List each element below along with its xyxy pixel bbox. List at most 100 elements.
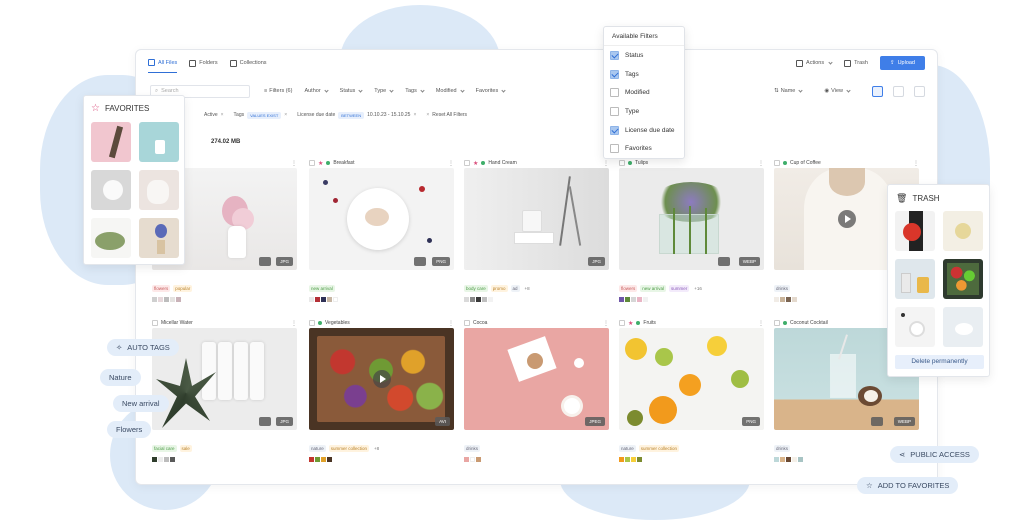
- share-icon[interactable]: [718, 257, 730, 266]
- close-icon[interactable]: ×: [221, 112, 224, 118]
- share-icon[interactable]: [871, 417, 883, 426]
- share-icon[interactable]: [259, 257, 271, 266]
- trash-thumb[interactable]: [895, 211, 935, 251]
- filter-type[interactable]: Type: [374, 88, 394, 94]
- tag[interactable]: popular: [173, 285, 193, 292]
- delete-permanently-button[interactable]: Delete permanently: [895, 355, 984, 369]
- checkbox-checked-icon[interactable]: [610, 69, 619, 79]
- upload-button[interactable]: ⇪ Upload: [879, 56, 925, 70]
- select-checkbox[interactable]: [464, 160, 470, 166]
- trash-thumb[interactable]: [943, 307, 983, 347]
- tag[interactable]: drinks: [774, 445, 791, 452]
- checkbox-checked-icon[interactable]: [610, 125, 619, 135]
- filter-option-status[interactable]: Status: [604, 46, 684, 65]
- tag[interactable]: nature: [619, 445, 636, 452]
- select-checkbox[interactable]: [309, 160, 315, 166]
- sort-button[interactable]: ⇅ Name: [774, 88, 803, 94]
- filter-option-type[interactable]: Type: [604, 102, 684, 121]
- filters-button[interactable]: ≡ Filters (6): [264, 88, 292, 94]
- file-card-fruits[interactable]: ★ Fruits ⋮ PNG nature summer collection: [619, 318, 764, 462]
- tags-filter-chip[interactable]: Tags VALUES EXIST ×: [234, 111, 287, 119]
- favorite-thumb[interactable]: [139, 122, 179, 162]
- close-icon[interactable]: ×: [413, 112, 416, 118]
- tag[interactable]: new arrival: [640, 285, 667, 292]
- filter-modified[interactable]: Modified: [436, 88, 465, 94]
- tag[interactable]: flowers: [152, 285, 171, 292]
- public-access-pill[interactable]: ⋖ PUBLIC ACCESS: [890, 446, 979, 463]
- play-icon[interactable]: [837, 210, 856, 228]
- tab-all-files[interactable]: All Files: [148, 53, 178, 73]
- star-icon[interactable]: ★: [318, 160, 323, 167]
- file-card-breakfast[interactable]: ★ Breakfast ⋮ PNG new arrival: [309, 158, 454, 302]
- play-icon[interactable]: [372, 370, 391, 388]
- tag[interactable]: +8: [372, 445, 381, 452]
- filter-option-favorites[interactable]: Favorites: [604, 139, 684, 158]
- checkbox-icon[interactable]: [610, 88, 619, 98]
- checkbox-icon[interactable]: [610, 106, 619, 116]
- select-checkbox[interactable]: [619, 320, 625, 326]
- more-icon[interactable]: ⋮: [758, 320, 764, 327]
- tag[interactable]: +8: [523, 285, 532, 292]
- license-filter-chip[interactable]: License due date BETWEEN 10.10.23 - 15.1…: [297, 111, 416, 119]
- tag[interactable]: nature: [309, 445, 326, 452]
- tag[interactable]: promo: [490, 285, 508, 292]
- filter-option-tags[interactable]: Tags: [604, 65, 684, 84]
- tag[interactable]: facial care: [152, 445, 177, 452]
- tag[interactable]: new arrival: [309, 285, 335, 292]
- favorite-thumb[interactable]: [91, 122, 131, 162]
- checkbox-icon[interactable]: [610, 144, 619, 154]
- star-icon[interactable]: ★: [473, 160, 478, 167]
- tag[interactable]: sale: [179, 445, 192, 452]
- filter-favorites[interactable]: Favorites: [476, 88, 506, 94]
- close-icon[interactable]: ×: [284, 112, 287, 118]
- filter-option-license-due-date[interactable]: License due date: [604, 121, 684, 140]
- more-icon[interactable]: ⋮: [448, 160, 454, 167]
- select-checkbox[interactable]: [464, 320, 470, 326]
- tag[interactable]: summer collection: [638, 445, 680, 452]
- tag[interactable]: drinks: [464, 445, 481, 452]
- favorite-thumb[interactable]: [139, 218, 179, 258]
- file-card-cocoa[interactable]: Cocoa ⋮ JPEG drinks: [464, 318, 609, 462]
- trash-button[interactable]: Trash: [844, 59, 868, 67]
- grid-view-icon[interactable]: [872, 85, 883, 97]
- tag[interactable]: summer: [669, 285, 690, 292]
- tag[interactable]: ad: [510, 285, 520, 292]
- select-checkbox[interactable]: [774, 160, 780, 166]
- checkbox-checked-icon[interactable]: [610, 50, 619, 60]
- tab-collections[interactable]: Collections: [229, 54, 267, 73]
- trash-thumb[interactable]: [895, 259, 935, 299]
- more-icon[interactable]: ⋮: [448, 320, 454, 327]
- tag[interactable]: drinks: [774, 285, 791, 292]
- favorite-thumb[interactable]: [91, 218, 131, 258]
- list-view-icon[interactable]: [893, 85, 904, 97]
- flowers-tag-pill[interactable]: Flowers: [107, 421, 152, 438]
- more-icon[interactable]: ⋮: [291, 320, 297, 327]
- share-icon[interactable]: [259, 417, 271, 426]
- select-checkbox[interactable]: [309, 320, 315, 326]
- trash-thumb[interactable]: [943, 259, 983, 299]
- filter-author[interactable]: Author: [304, 88, 329, 94]
- file-card-vegetables[interactable]: Vegetables ⋮ AVI nature summer collectio…: [309, 318, 454, 462]
- more-icon[interactable]: ⋮: [291, 160, 297, 167]
- nature-tag-pill[interactable]: Nature: [100, 369, 141, 386]
- trash-thumb[interactable]: [895, 307, 935, 347]
- reset-filters-button[interactable]: × Reset All Filters: [426, 112, 467, 118]
- actions-button[interactable]: Actions: [796, 59, 833, 67]
- select-checkbox[interactable]: [619, 160, 625, 166]
- favorite-thumb[interactable]: [91, 170, 131, 210]
- more-icon[interactable]: ⋮: [758, 160, 764, 167]
- file-card-tulips[interactable]: Tulips ⋮ WEBP flowers new arrival summer…: [619, 158, 764, 302]
- more-icon[interactable]: ⋮: [603, 320, 609, 327]
- tag[interactable]: body care: [464, 285, 488, 292]
- filter-tags[interactable]: Tags: [405, 88, 425, 94]
- filter-status[interactable]: Status: [340, 88, 363, 94]
- select-checkbox[interactable]: [774, 320, 780, 326]
- view-button[interactable]: ◉ View: [824, 88, 851, 94]
- favorite-thumb[interactable]: [139, 170, 179, 210]
- trash-thumb[interactable]: [943, 211, 983, 251]
- select-checkbox[interactable]: [152, 320, 158, 326]
- add-to-favorites-pill[interactable]: ☆ ADD TO FAVORITES: [857, 477, 959, 494]
- share-icon[interactable]: [414, 257, 426, 266]
- tag[interactable]: flowers: [619, 285, 638, 292]
- star-icon[interactable]: ★: [628, 320, 633, 327]
